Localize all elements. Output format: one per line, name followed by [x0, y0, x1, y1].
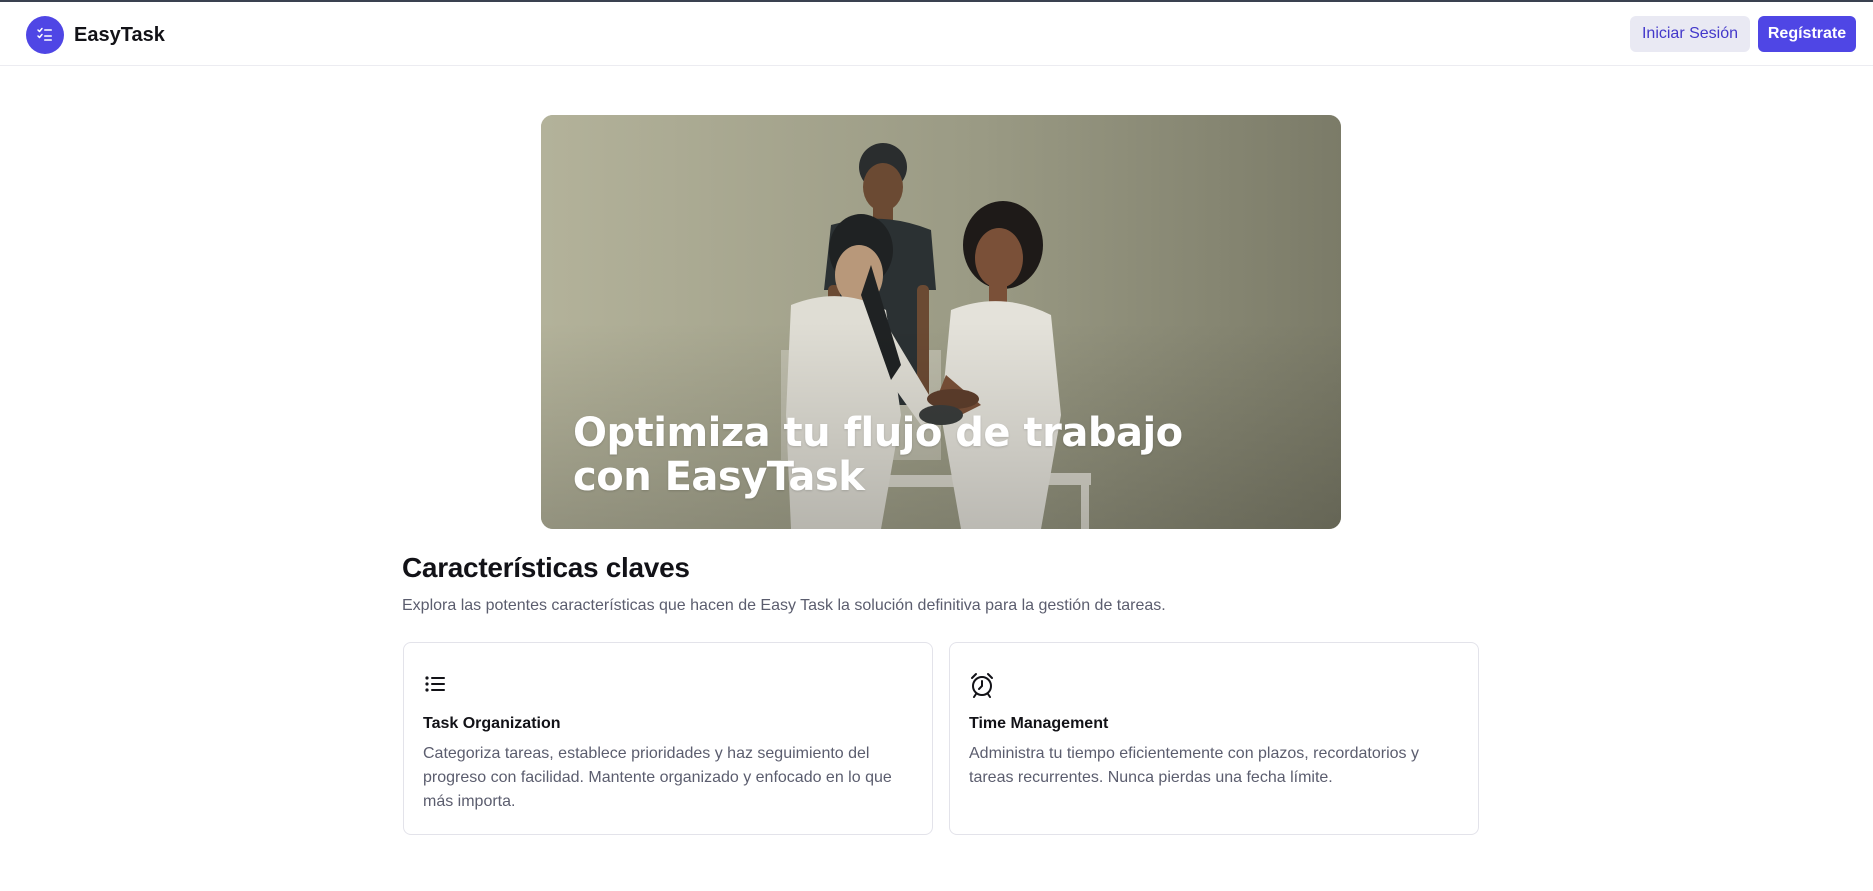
feature-card-task-organization: Task Organization Categoriza tareas, est… — [403, 642, 933, 835]
card-description: Categoriza tareas, establece prioridades… — [423, 745, 892, 810]
card-description: Administra tu tiempo eficientemente con … — [969, 745, 1419, 786]
brand-name: EasyTask — [74, 23, 165, 46]
features-title: Características claves — [402, 552, 690, 583]
register-button[interactable]: Regístrate — [1758, 16, 1856, 52]
card-title: Task Organization — [423, 715, 561, 732]
feature-card-time-management: Time Management Administra tu tiempo efi… — [949, 642, 1479, 835]
brand[interactable]: EasyTask — [26, 16, 165, 54]
alarm-clock-icon — [969, 672, 995, 698]
hero-title: Optimiza tu flujo de trabajo con EasyTas… — [573, 410, 1183, 500]
list-icon — [423, 672, 449, 698]
card-title: Time Management — [969, 715, 1109, 732]
hero-banner: Optimiza tu flujo de trabajo con EasyTas… — [541, 115, 1341, 529]
login-button[interactable]: Iniciar Sesión — [1630, 16, 1750, 52]
top-navbar: EasyTask Iniciar Sesión Regístrate — [0, 2, 1873, 66]
features-subtitle: Explora las potentes características que… — [402, 597, 1166, 614]
checklist-logo-icon — [26, 16, 64, 54]
